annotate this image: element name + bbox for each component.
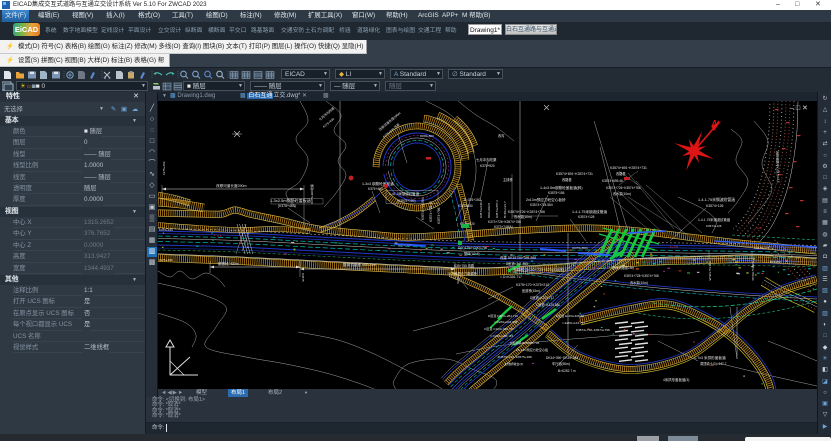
svg-text:主线桥墩台(3): 主线桥墩台(3)	[504, 361, 523, 366]
svg-text:B=K252: B=K252	[770, 260, 781, 264]
svg-text:K373+726~K3574+766: K373+726~K3574+766	[488, 220, 521, 224]
svg-text:改建 DK35756+341.858: 改建 DK35756+341.858	[500, 255, 536, 260]
svg-text:1975+463: 1975+463	[162, 161, 166, 175]
svg-text:K3574+766: K3574+766	[437, 207, 441, 224]
svg-text:K3574+126: K3574+126	[706, 204, 724, 208]
svg-text:K3574+738.25: K3574+738.25	[708, 261, 712, 281]
svg-text:1-4x3.5m钢筋砼盖板涵(斜): 1-4x3.5m钢筋砼盖板涵(斜)	[540, 185, 583, 190]
svg-text:= D2K0+241.898: = D2K0+241.898	[494, 320, 518, 324]
svg-text:B=K252.7 m: B=K252.7 m	[558, 369, 576, 373]
svg-text:K3576+126: K3576+126	[754, 246, 770, 250]
svg-text:K3574+724.584: K3574+724.584	[530, 203, 553, 207]
svg-text:– □ ✕: – □ ✕	[790, 105, 808, 112]
svg-text:D匝道=K225.717: D匝道=K225.717	[530, 295, 554, 300]
svg-text:整体(10+8): 整体(10+8)	[464, 251, 480, 256]
svg-text:K373+746[A]: K373+746[A]	[494, 225, 513, 229]
svg-text:+126: +126	[755, 226, 762, 230]
svg-text:主线桥 D=20+725+825(134米): 主线桥 D=20+725+825(134米)	[513, 267, 565, 272]
svg-text:K3574+126: K3574+126	[706, 224, 722, 228]
svg-text:(K3975+159): (K3975+159)	[397, 199, 416, 203]
svg-text:D(K)1794~D(K)1796: D(K)1794~D(K)1796	[458, 246, 487, 250]
svg-text:匝道桥(15m): 匝道桥(15m)	[522, 288, 540, 293]
svg-text:改路基: 改路基	[562, 177, 572, 182]
svg-text:1-3x2.5m钢筋砼盖板涵: 1-3x2.5m钢筋砼盖板涵	[270, 197, 311, 203]
svg-text:DK0+093.5: DK0+093.5	[487, 203, 491, 218]
svg-text:(K375+463): (K375+463)	[278, 204, 296, 208]
svg-text:路基段 430m: 路基段 430m	[218, 261, 239, 266]
svg-text:1-4-1.75米钢波纹管涵: 1-4-1.75米钢波纹管涵	[698, 197, 735, 202]
svg-text:DK34+390~DK34+440: DK34+390~DK34+440	[546, 356, 578, 360]
svg-text:主线桥: 主线桥	[503, 177, 513, 182]
svg-text:洞顶填土(3)=147.7: 洞顶填土(3)=147.7	[700, 361, 727, 366]
svg-text:K3575: K3575	[301, 273, 305, 282]
svg-text:K3574+758~K3574+798: K3574+758~K3574+798	[576, 328, 610, 332]
svg-text:1975+463: 1975+463	[159, 258, 173, 262]
svg-text:1-3x3 钢筋砼盖板涵: 1-3x3 钢筋砼盖板涵	[362, 181, 394, 186]
svg-text:改水渠(10m): 改水渠(10m)	[630, 280, 648, 285]
svg-text:K3574+126: K3574+126	[578, 215, 595, 219]
svg-text:K3574+783.94: K3574+783.94	[751, 261, 755, 281]
svg-text:改水渠(10m): 改水渠(10m)	[514, 214, 532, 219]
svg-text:K35+755 改路: K35+755 改路	[454, 263, 475, 268]
svg-text:K3574+691~K3574+731: K3574+691~K3574+731	[610, 166, 647, 170]
svg-text:25-13m预应力砼空心板: 25-13m预应力砼空心板	[516, 347, 548, 352]
svg-text:B匝道=341.858: B匝道=341.858	[506, 261, 528, 266]
svg-text:(K375+850): (K375+850)	[572, 246, 588, 250]
svg-text:4米拱形盖板涵(3): 4米拱形盖板涵(3)	[663, 377, 689, 382]
svg-text:D匝道 D2K0+284.715: D匝道 D2K0+284.715	[488, 313, 518, 318]
svg-text:K3574+728~K3574+768: K3574+728~K3574+768	[624, 274, 659, 278]
svg-text:K3574+726.12: K3574+726.12	[429, 201, 433, 222]
svg-text:K3575+120~K3575+188: K3575+120~K3575+188	[498, 355, 532, 359]
svg-text:改沟: 改沟	[498, 133, 504, 138]
svg-text:1-7x3 米拱形盖板涵: 1-7x3 米拱形盖板涵	[694, 355, 726, 360]
svg-text:= E2K0+141.717: = E2K0+141.717	[562, 321, 586, 325]
svg-text:C匝道 C1K0+326.717: C匝道 C1K0+326.717	[484, 326, 514, 331]
svg-text:K375+850: K375+850	[458, 204, 473, 208]
svg-text:= C2K0+180.115: = C2K0+180.115	[490, 334, 513, 338]
svg-text:1-4-1.75米钢波纹管涵: 1-4-1.75米钢波纹管涵	[572, 209, 607, 214]
svg-text:K3574+726~K3574+766: K3574+726~K3574+766	[606, 186, 641, 190]
svg-text:K3574+724.584: K3574+724.584	[421, 197, 425, 220]
svg-text:C匝道=K125.880: C匝道=K125.880	[536, 302, 560, 307]
svg-text:整体式路基 440.25m: 整体式路基 440.25m	[343, 262, 376, 267]
svg-text:K3576: K3576	[456, 275, 460, 284]
svg-text:K3574+657.2: K3574+657.2	[495, 200, 499, 218]
svg-text:K375+170~K375+210: K375+170~K375+210	[516, 283, 549, 287]
svg-text:1-41.3米钢波纹管涵: 1-41.3米钢波纹管涵	[389, 191, 420, 196]
svg-text:B匝道桥 B=K225.705: B匝道桥 B=K225.705	[510, 340, 540, 345]
svg-text:K3575+156: K3575+156	[548, 191, 565, 195]
svg-text:K375+463: K375+463	[368, 187, 383, 191]
svg-text:x x: x x	[217, 234, 222, 238]
svg-text:K375+800: K375+800	[420, 134, 434, 138]
svg-text:3-25墩预应力箱梁桥: 3-25墩预应力箱梁桥	[448, 271, 478, 276]
svg-text:K3574+640.3: K3574+640.3	[479, 200, 483, 218]
svg-text:= D=K326.717: = D=K326.717	[500, 275, 522, 279]
svg-text:B=K0+121.7: B=K0+121.7	[503, 201, 507, 218]
svg-text:车行道(50m): 车行道(50m)	[552, 361, 570, 366]
svg-text:改移河道长度290m: 改移河道长度290m	[216, 183, 247, 188]
svg-text:K375+443: K375+443	[159, 228, 173, 232]
svg-text:K3574+691~K3574+731: K3574+691~K3574+731	[556, 172, 593, 176]
svg-text:K+745: K+745	[670, 245, 679, 249]
svg-text:路基填方段): 路基填方段)	[646, 279, 665, 284]
svg-text:七月冲沟改渠: 七月冲沟改渠	[476, 157, 497, 162]
svg-text:1-4-1.75米钢波纹管涵: 1-4-1.75米钢波纹管涵	[698, 217, 731, 222]
